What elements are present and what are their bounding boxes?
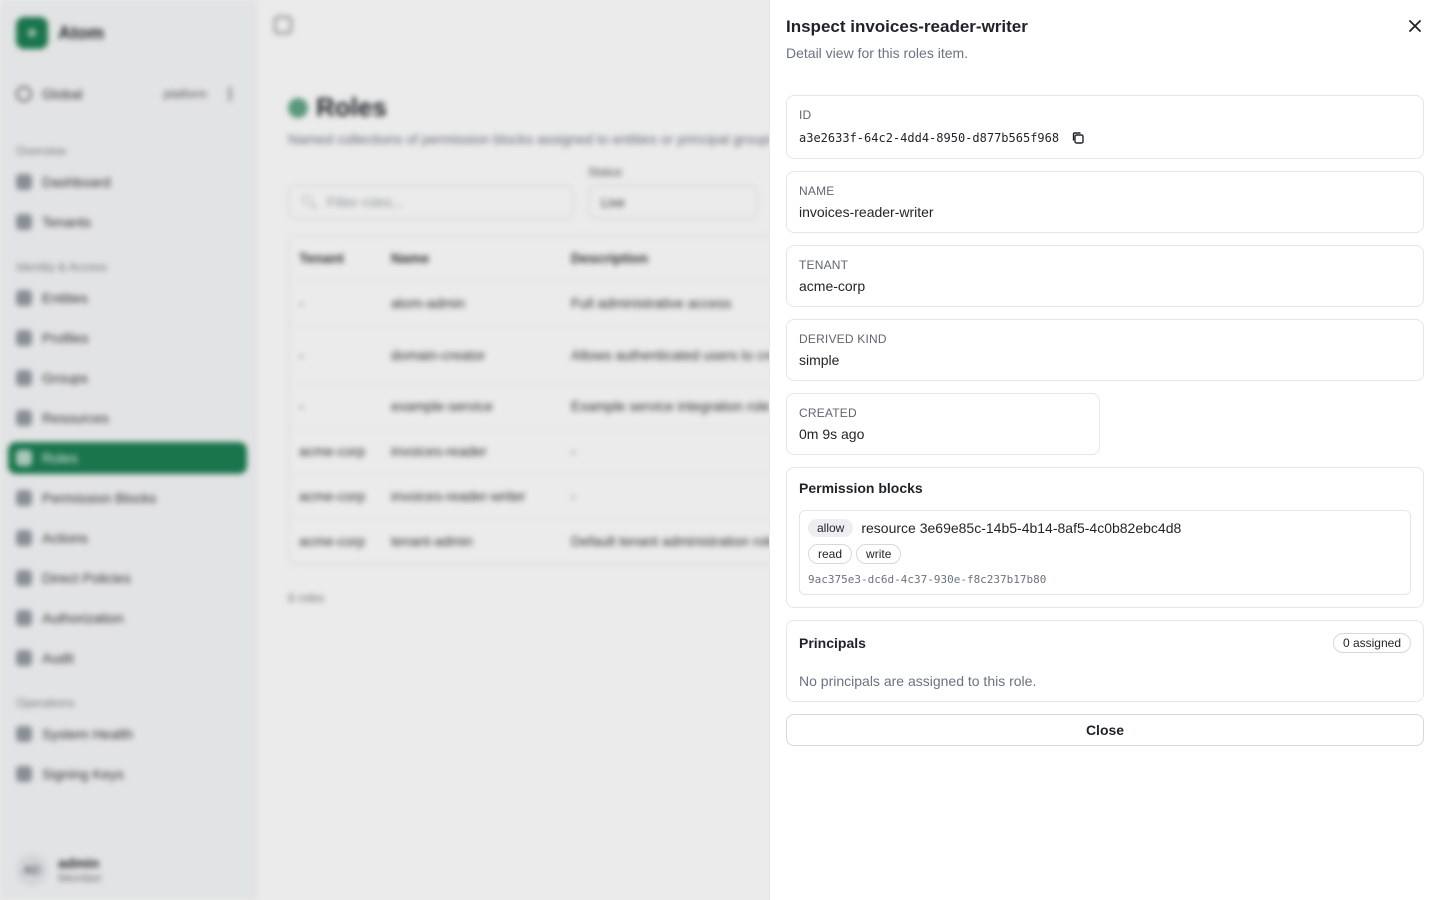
block-id: 9ac375e3-dc6d-4c37-930e-f8c237b17b80	[808, 573, 1047, 586]
permission-blocks-title: Permission blocks	[799, 480, 923, 496]
action-badge: write	[856, 544, 902, 564]
drawer-subtitle: Detail view for this roles item.	[786, 45, 969, 61]
created-label: CREATED	[799, 406, 857, 420]
permission-blocks-card: Permission blocks allow resource 3e69e85…	[786, 467, 1424, 608]
created-value: 0m 9s ago	[799, 426, 865, 442]
id-label: ID	[799, 108, 812, 122]
resource-reference: resource 3e69e85c-14b5-4b14-8af5-4c0b82e…	[861, 520, 1182, 536]
copy-icon[interactable]	[1071, 130, 1087, 146]
id-card: ID a3e2633f-64c2-4dd4-8950-d877b565f968	[786, 95, 1424, 159]
tenant-label: TENANT	[799, 258, 849, 272]
derived-kind-card: DERIVED KIND simple	[786, 319, 1424, 381]
derived-kind-value: simple	[799, 352, 840, 368]
id-value: a3e2633f-64c2-4dd4-8950-d877b565f968	[799, 131, 1060, 145]
close-icon[interactable]	[1406, 17, 1424, 35]
derived-kind-label: DERIVED KIND	[799, 332, 887, 346]
permission-block: allow resource 3e69e85c-14b5-4b14-8af5-4…	[799, 510, 1411, 595]
name-value: invoices-reader-writer	[799, 204, 934, 220]
principals-empty-state: No principals are assigned to this role.	[799, 673, 1037, 689]
detail-drawer: Inspect invoices-reader-writer Detail vi…	[769, 0, 1440, 900]
assigned-count-badge: 0 assigned	[1332, 633, 1411, 653]
name-label: NAME	[799, 184, 835, 198]
principals-card: Principals 0 assigned No principals are …	[786, 620, 1424, 702]
drawer-title: Inspect invoices-reader-writer	[786, 17, 1028, 36]
tenant-card: TENANT acme-corp	[786, 245, 1424, 307]
principals-title: Principals	[799, 635, 866, 651]
tenant-value: acme-corp	[799, 278, 866, 294]
close-button[interactable]: Close	[786, 714, 1424, 746]
action-badge: read	[808, 544, 853, 564]
created-card: CREATED 0m 9s ago	[786, 393, 1100, 455]
effect-badge: allow	[808, 519, 854, 537]
name-card: NAME invoices-reader-writer	[786, 171, 1424, 233]
